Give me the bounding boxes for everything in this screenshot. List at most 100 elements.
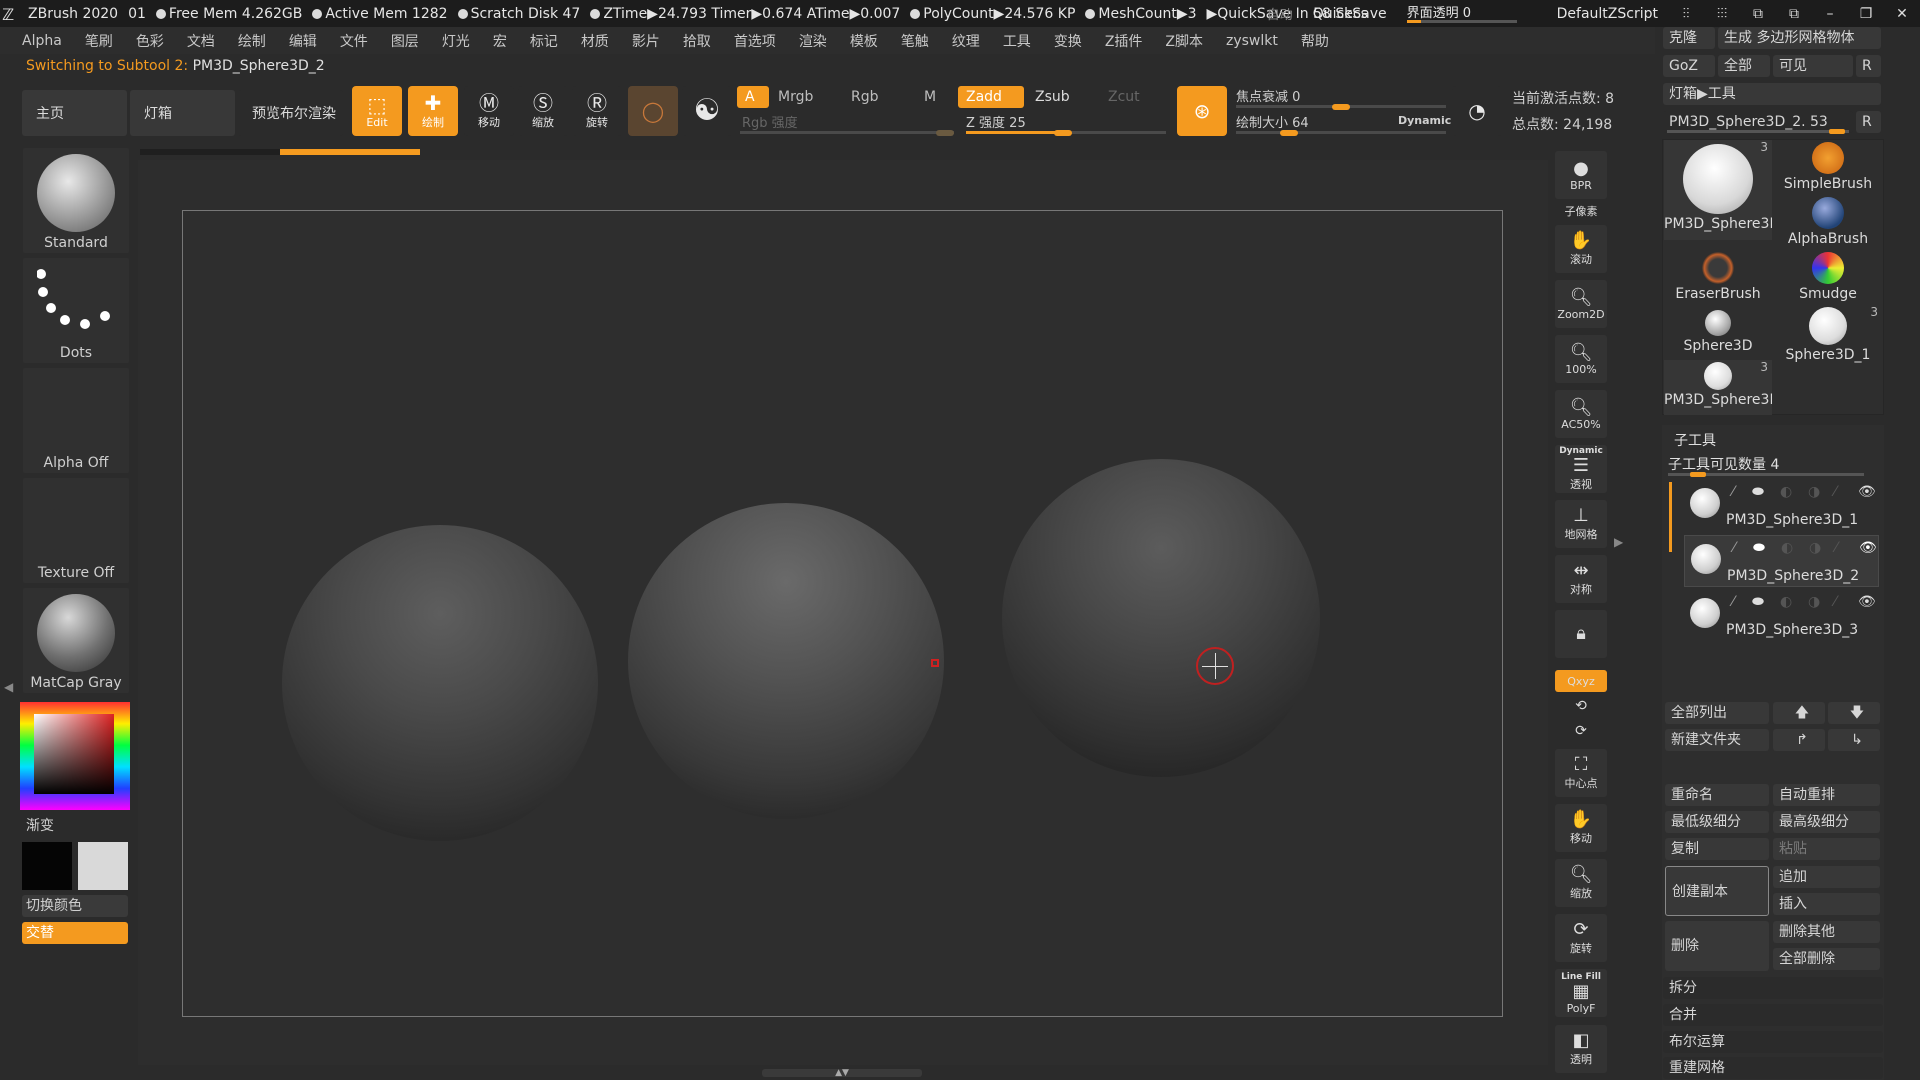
lightbox-tools-button[interactable]: 灯箱▶工具 bbox=[1663, 83, 1881, 105]
menu-zplugin[interactable]: Z插件 bbox=[1093, 31, 1154, 51]
minimize-icon[interactable]: – bbox=[1812, 6, 1848, 22]
polypaint-toggle-icon[interactable]: ⬬ bbox=[1753, 540, 1765, 556]
floor-button[interactable]: ⊥ 地网格 bbox=[1555, 500, 1607, 548]
rotate-y-icon[interactable]: ⟲ bbox=[1555, 698, 1607, 714]
saturation-value-square[interactable] bbox=[34, 714, 114, 794]
material-sphere-button[interactable]: ◯ bbox=[628, 86, 678, 136]
secondary-color-swatch[interactable] bbox=[78, 842, 128, 890]
auto-reorder-button[interactable]: 自动重排 bbox=[1773, 784, 1880, 806]
all-button[interactable]: 全部 bbox=[1718, 55, 1770, 77]
menu-alpha[interactable]: Alpha bbox=[0, 33, 73, 49]
polypaint-toggle-icon[interactable]: ⬬ bbox=[1752, 484, 1764, 500]
z-intensity-slider[interactable]: Z 强度 25 bbox=[966, 112, 1166, 136]
gray-sphere-button[interactable]: ☯ bbox=[682, 86, 732, 136]
sphere-subtool-2[interactable] bbox=[628, 503, 944, 819]
r-button[interactable]: R bbox=[1856, 55, 1881, 77]
move-view-button[interactable]: ✋ 移动 bbox=[1555, 804, 1607, 852]
edit-pen-icon[interactable]: ⁄ bbox=[1834, 594, 1836, 610]
alternate-button[interactable]: 交替 bbox=[22, 922, 128, 944]
xyz-rotate-button[interactable]: Qxyz bbox=[1555, 670, 1607, 692]
brush-icon[interactable]: ⁄ bbox=[1732, 484, 1734, 500]
menu-macro[interactable]: 宏 bbox=[481, 31, 518, 51]
tool-pm3d-sphere3d-b[interactable]: PM3D_Sphere3D 3 bbox=[1664, 360, 1772, 415]
paste-button[interactable]: 粘贴 bbox=[1773, 838, 1880, 860]
brush-thumbnail[interactable]: Standard bbox=[23, 148, 129, 253]
texture-thumbnail[interactable]: Texture Off bbox=[23, 478, 129, 583]
a-toggle[interactable]: A bbox=[737, 86, 769, 108]
menu-brush[interactable]: 笔刷 bbox=[73, 31, 124, 51]
goz-button[interactable]: GoZ bbox=[1663, 55, 1715, 77]
menu-help[interactable]: 帮助 bbox=[1289, 31, 1340, 51]
insert-button[interactable]: 插入 bbox=[1773, 893, 1880, 915]
right-collapse-arrow-icon[interactable]: ▶ bbox=[1614, 535, 1623, 575]
menu-tool[interactable]: 工具 bbox=[991, 31, 1042, 51]
sphere-subtool-1[interactable] bbox=[282, 525, 598, 841]
menu-edit[interactable]: 编辑 bbox=[277, 31, 328, 51]
mask-icon[interactable]: ◑ bbox=[1808, 484, 1820, 500]
lowest-subdiv-button[interactable]: 最低级细分 bbox=[1665, 811, 1769, 833]
eye-icon[interactable]: 👁︎ bbox=[1858, 594, 1876, 610]
new-folder-button[interactable]: 新建文件夹 bbox=[1665, 729, 1769, 751]
subpixel-label[interactable]: 子像素 bbox=[1555, 203, 1607, 219]
menu-picker[interactable]: 拾取 bbox=[671, 31, 722, 51]
rgb-toggle[interactable]: Rgb bbox=[843, 86, 913, 108]
append-button[interactable]: 追加 bbox=[1773, 866, 1880, 888]
menu-file[interactable]: 文件 bbox=[328, 31, 379, 51]
arrow-turn-icon[interactable]: ↳ bbox=[1828, 729, 1880, 751]
mask-icon[interactable]: ◑ bbox=[1809, 540, 1821, 556]
arrow-redo-icon[interactable]: ↱ bbox=[1773, 729, 1825, 751]
main-color-swatch[interactable] bbox=[22, 842, 72, 890]
window2-icon[interactable]: ⧉ bbox=[1776, 6, 1812, 22]
menu-layer[interactable]: 图层 bbox=[379, 31, 430, 51]
scale-button[interactable]: Ⓢ 缩放 bbox=[518, 86, 568, 136]
eye-icon[interactable]: 👁︎ bbox=[1859, 540, 1877, 556]
switch-color-button[interactable]: 切换颜色 bbox=[22, 895, 128, 917]
layout2-icon[interactable]: ⫶⫶⫶ bbox=[1704, 6, 1740, 22]
menu-stroke[interactable]: 笔触 bbox=[889, 31, 940, 51]
menu-preferences[interactable]: 首选项 bbox=[722, 31, 787, 51]
zadd-toggle[interactable]: Zadd bbox=[958, 86, 1024, 108]
zsub-toggle[interactable]: Zsub bbox=[1027, 86, 1097, 108]
list-all-button[interactable]: 全部列出 bbox=[1665, 702, 1769, 724]
menu-light[interactable]: 灯光 bbox=[430, 31, 481, 51]
zoom100-button[interactable]: 🔍︎ 100% bbox=[1555, 335, 1607, 383]
menu-texture[interactable]: 纹理 bbox=[940, 31, 991, 51]
menu-movie[interactable]: 影片 bbox=[620, 31, 671, 51]
home-tab[interactable]: 主页 bbox=[22, 90, 127, 136]
dynamic-label[interactable]: Dynamic bbox=[1398, 114, 1451, 127]
m-toggle[interactable]: M bbox=[916, 86, 946, 108]
alpha-thumbnail[interactable]: Alpha Off bbox=[23, 368, 129, 473]
default-script[interactable]: DefaultZScript bbox=[1557, 6, 1658, 22]
move-button[interactable]: Ⓜ 移动 bbox=[464, 86, 514, 136]
color-picker[interactable] bbox=[20, 702, 130, 810]
zcut-toggle[interactable]: Zcut bbox=[1100, 86, 1160, 108]
zoom2d-button[interactable]: 🔍︎ Zoom2D bbox=[1555, 280, 1607, 328]
r-button-2[interactable]: R bbox=[1856, 111, 1881, 133]
rename-button[interactable]: 重命名 bbox=[1665, 784, 1769, 806]
tool-sphere3d[interactable]: Sphere3D bbox=[1664, 305, 1772, 360]
current-tool-slider[interactable]: PM3D_Sphere3D_2. 53 bbox=[1663, 111, 1853, 134]
tool-alphabrush[interactable]: AlphaBrush bbox=[1774, 195, 1882, 250]
make-polymesh-button[interactable]: 生成 多边形网格物体 bbox=[1718, 27, 1881, 49]
edit-pen-icon[interactable]: ⁄ bbox=[1835, 540, 1837, 556]
brush-icon[interactable]: ⁄ bbox=[1732, 594, 1734, 610]
move-up-arrow-icon[interactable]: 🡅 bbox=[1773, 702, 1825, 724]
bpr-preview-tab[interactable]: 预览布尔渲染 bbox=[238, 90, 343, 136]
subtool-row-2-selected[interactable]: ⁄ ⬬ ◐ ◑ ⁄ 👁︎ PM3D_Sphere3D_2 bbox=[1684, 535, 1879, 587]
bottom-tray-handle[interactable]: ▲▼ bbox=[762, 1069, 922, 1078]
clone-button[interactable]: 克隆 bbox=[1663, 27, 1715, 49]
menu-color[interactable]: 色彩 bbox=[124, 31, 175, 51]
layout-icon[interactable]: ⫶⫶ bbox=[1668, 6, 1704, 22]
delete-other-button[interactable]: 删除其他 bbox=[1773, 921, 1880, 943]
merge-section[interactable]: 合并 bbox=[1663, 1004, 1883, 1026]
rotate-button[interactable]: Ⓡ 旋转 bbox=[572, 86, 622, 136]
split-section[interactable]: 拆分 bbox=[1663, 977, 1883, 999]
layer-icon[interactable]: ◐ bbox=[1780, 484, 1792, 500]
edit-pen-icon[interactable]: ⁄ bbox=[1834, 484, 1836, 500]
quicksave-button[interactable]: QuickSave bbox=[1313, 6, 1387, 22]
tool-simplebrush[interactable]: SimpleBrush bbox=[1774, 140, 1882, 195]
subtool-row-3[interactable]: ⁄ ⬬ ◐ ◑ ⁄ 👁︎ PM3D_Sphere3D_3 bbox=[1684, 590, 1879, 642]
menu-stencil[interactable]: 模板 bbox=[838, 31, 889, 51]
ac50-button[interactable]: 🔍︎ AC50% bbox=[1555, 390, 1607, 438]
menu-marker[interactable]: 标记 bbox=[518, 31, 569, 51]
